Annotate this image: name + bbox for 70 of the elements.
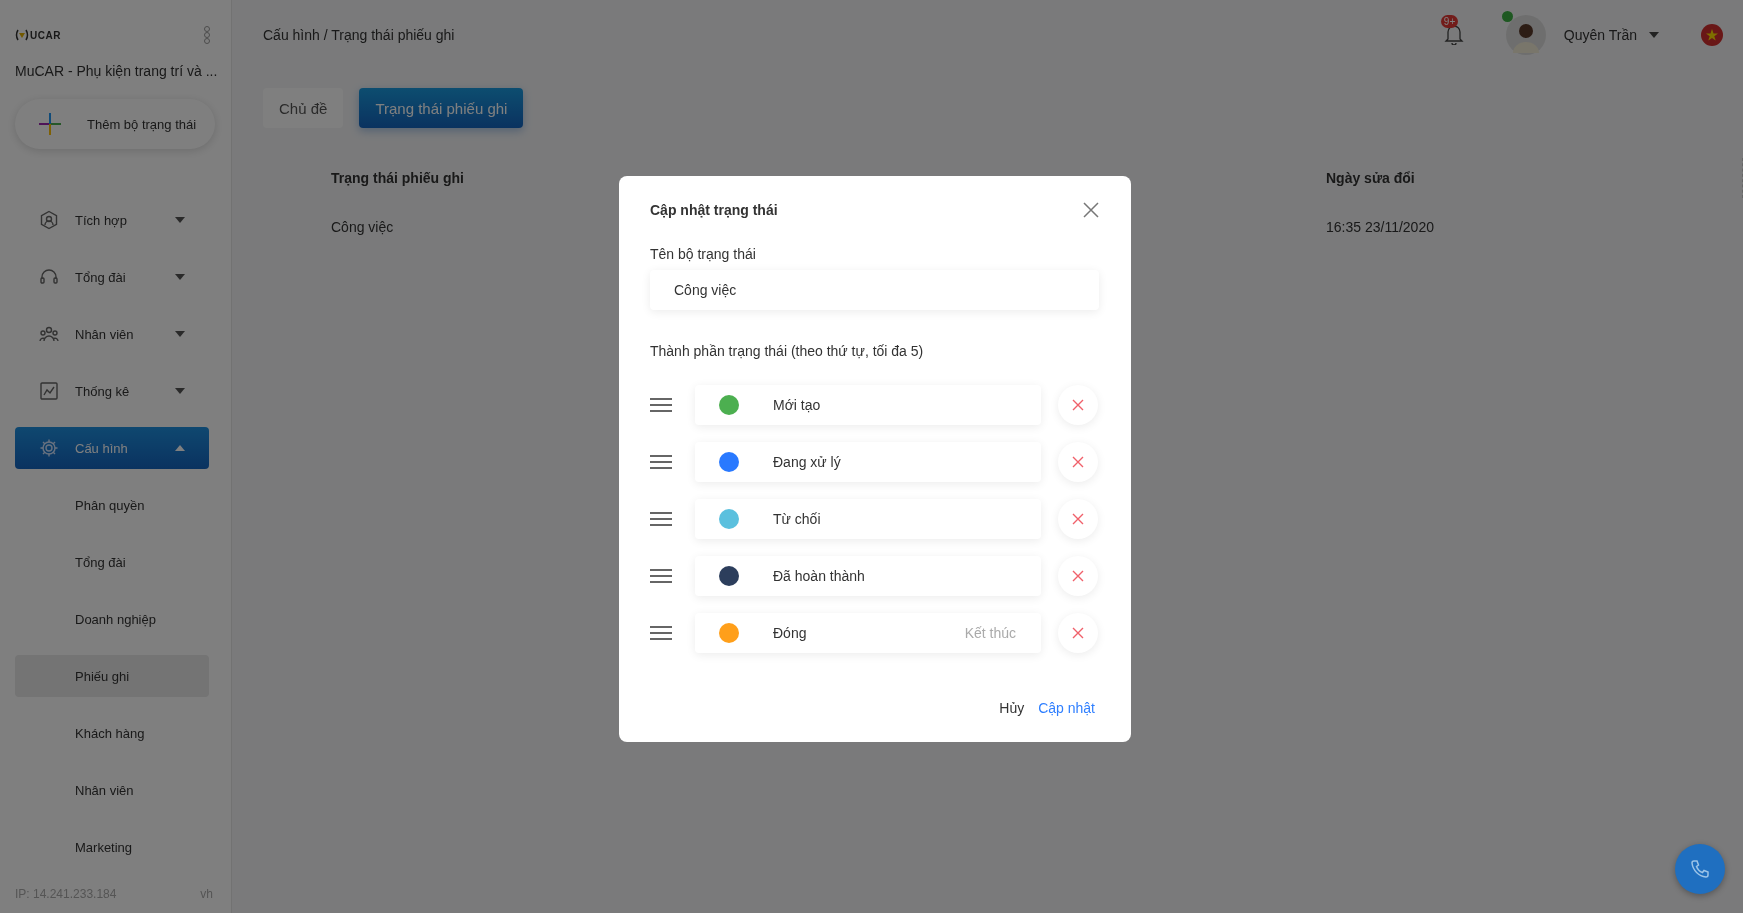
logo-text: UCAR <box>30 29 61 41</box>
notification-badge: 9+ <box>1440 14 1459 28</box>
status-item[interactable]: Từ chối <box>695 499 1041 539</box>
table-cell-text: 16:35 23/11/2020 <box>1326 218 1435 235</box>
section-label: Thành phần trạng thái (theo thứ tự, tối đa 5) <box>650 343 925 359</box>
submenu-item[interactable]: Phiếu ghi <box>15 655 209 697</box>
status-note: Kết thúc <box>964 625 1016 641</box>
status-item[interactable]: Đang xử lý <box>695 442 1041 482</box>
close-icon <box>1072 456 1084 468</box>
delete-button[interactable] <box>1058 499 1098 539</box>
plus-icon <box>39 113 61 135</box>
delete-button[interactable] <box>1058 442 1098 482</box>
chart-icon <box>39 381 59 401</box>
status-item[interactable]: Đóng Kết thúc <box>695 613 1041 653</box>
drag-handle-icon[interactable] <box>650 568 672 584</box>
name-input-field[interactable]: Công việc <box>650 270 1099 310</box>
close-icon[interactable] <box>1083 202 1099 218</box>
avatar <box>1505 15 1546 55</box>
status-color-dot[interactable] <box>719 509 739 529</box>
flag-icon[interactable] <box>1701 24 1723 46</box>
status-color-dot[interactable] <box>719 566 739 586</box>
dialog-title: Cập nhật trạng thái <box>650 202 778 218</box>
delete-button[interactable] <box>1058 613 1098 653</box>
menu-item[interactable]: Nhân viên <box>15 313 209 355</box>
people-icon <box>39 324 59 344</box>
status-color-dot[interactable] <box>719 623 739 643</box>
phone-icon <box>1690 859 1710 879</box>
submenu-item[interactable]: Phân quyền <box>15 484 209 526</box>
drag-handle-icon[interactable] <box>650 397 672 413</box>
drag-handle-icon[interactable] <box>650 454 672 470</box>
column-header: Ngày sửa đổi <box>1326 170 1416 186</box>
column-header: Trạng thái phiếu ghi <box>331 170 465 186</box>
submenu-item[interactable]: Nhân viên <box>15 769 209 811</box>
drag-handle-icon[interactable] <box>650 511 672 527</box>
more-icon[interactable] <box>203 25 211 45</box>
close-icon <box>1072 513 1084 525</box>
breadcrumb: Cấu hình / Trạng thái phiếu ghi <box>263 27 455 43</box>
drag-handle-icon[interactable] <box>650 625 672 641</box>
call-button[interactable] <box>1675 844 1725 894</box>
close-icon <box>1072 570 1084 582</box>
hexagon-icon <box>39 210 59 230</box>
headset-icon <box>39 267 59 287</box>
tab[interactable]: Trạng thái phiếu ghi <box>359 88 524 128</box>
menu-item[interactable]: Tổng đài <box>15 256 209 298</box>
cancel-button[interactable]: Hủy <box>995 698 1029 718</box>
close-icon <box>1072 399 1084 411</box>
submenu-item[interactable]: Marketing <box>15 826 209 868</box>
close-icon <box>1072 627 1084 639</box>
settings-icon <box>39 438 59 458</box>
submenu-item[interactable]: Tổng đài <box>15 541 209 583</box>
menu-item[interactable]: Tích hợp <box>15 199 209 241</box>
menu-item[interactable]: Cấu hình <box>15 427 209 469</box>
delete-button[interactable] <box>1058 556 1098 596</box>
add-status-set-button[interactable]: Thêm bộ trạng thái <box>15 99 215 149</box>
table-cell-text: Công việc <box>331 218 395 235</box>
status-color-dot[interactable] <box>719 395 739 415</box>
update-button[interactable]: Cập nhật <box>1034 698 1099 718</box>
delete-button[interactable] <box>1058 385 1098 425</box>
user-name[interactable]: Quyên Trần <box>1563 27 1637 43</box>
menu-item[interactable]: Thống kê <box>15 370 209 412</box>
status-item[interactable]: Đã hoàn thành <box>695 556 1041 596</box>
field-label: Tên bộ trạng thái <box>650 246 757 262</box>
status-color-dot[interactable] <box>719 452 739 472</box>
submenu-item[interactable]: Khách hàng <box>15 712 209 754</box>
submenu-item[interactable]: Doanh nghiệp <box>15 598 209 640</box>
status-item[interactable]: Mới tạo <box>695 385 1041 425</box>
caret-icon[interactable] <box>1649 32 1659 38</box>
company-name: MuCAR - Phụ kiện trang trí và ... <box>15 63 219 79</box>
logo-icon <box>15 29 29 41</box>
tab[interactable]: Chủ đề <box>263 88 344 128</box>
